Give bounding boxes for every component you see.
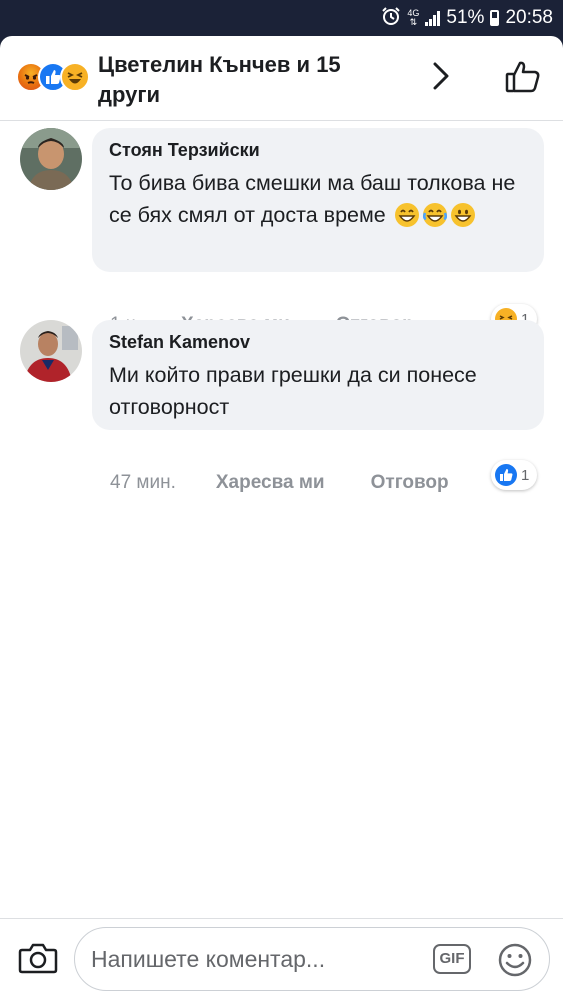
- avatar[interactable]: [20, 320, 82, 382]
- comment-bubble[interactable]: Stefan Kamenov Ми който прави грешки да …: [92, 320, 544, 430]
- comments-sheet: Цветелин Кънчев и 15 други Стоян Терзийс…: [0, 36, 563, 1000]
- emoji-smile-icon[interactable]: [497, 942, 533, 983]
- like-comment-button[interactable]: Харесва ми: [216, 472, 325, 494]
- reaction-count-chip[interactable]: 1: [491, 460, 538, 490]
- signal-icon: [425, 10, 441, 26]
- reactors-title[interactable]: Цветелин Кънчев и 15 други: [98, 50, 378, 110]
- comment-author[interactable]: Stefan Kamenov: [109, 332, 528, 353]
- reactions-header[interactable]: Цветелин Кънчев и 15 други: [0, 36, 563, 121]
- reaction-count: 1: [521, 466, 530, 484]
- chevron-right-icon[interactable]: [432, 62, 450, 95]
- status-bar: 4G ⇅ 51% 20:58: [0, 0, 563, 36]
- tears-of-joy-icon: [422, 202, 448, 237]
- comment-time[interactable]: 47 мин.: [110, 472, 176, 494]
- comment-meta: 47 мин. Харесва ми Отговор: [110, 472, 495, 494]
- battery-icon: [490, 10, 500, 26]
- haha-icon: [60, 62, 90, 92]
- comment-input[interactable]: Напишете коментар... GIF: [74, 927, 550, 991]
- gif-button[interactable]: GIF: [433, 944, 471, 974]
- comment-author[interactable]: Стоян Терзийски: [109, 140, 528, 161]
- camera-icon[interactable]: [18, 941, 58, 980]
- comment-bubble[interactable]: Стоян Терзийски То бива бива смешки ма б…: [92, 128, 544, 272]
- alarm-icon: [381, 6, 401, 31]
- comment-input-placeholder: Напишете коментар...: [91, 946, 326, 972]
- like-outline-icon[interactable]: [505, 60, 541, 99]
- grin-icon: [450, 202, 476, 237]
- avatar[interactable]: [20, 128, 82, 190]
- comment-item: Stefan Kamenov Ми който прави грешки да …: [0, 320, 563, 493]
- grin-icon: [394, 202, 420, 237]
- comment-text: То бива бива смешки ма баш толкова не се…: [109, 167, 528, 237]
- network-indicator: 4G ⇅: [407, 8, 420, 27]
- battery-percent: 51%: [446, 7, 485, 28]
- clock: 20:58: [505, 7, 553, 28]
- reply-button[interactable]: Отговор: [371, 472, 449, 494]
- like-icon: [495, 464, 517, 486]
- comment-text: Ми който прави грешки да си понесе отгов…: [109, 363, 477, 419]
- comment-composer: Напишете коментар... GIF: [0, 918, 563, 1000]
- comment-item: Стоян Терзийски То бива бива смешки ма б…: [0, 128, 563, 335]
- reaction-summary[interactable]: [16, 62, 96, 92]
